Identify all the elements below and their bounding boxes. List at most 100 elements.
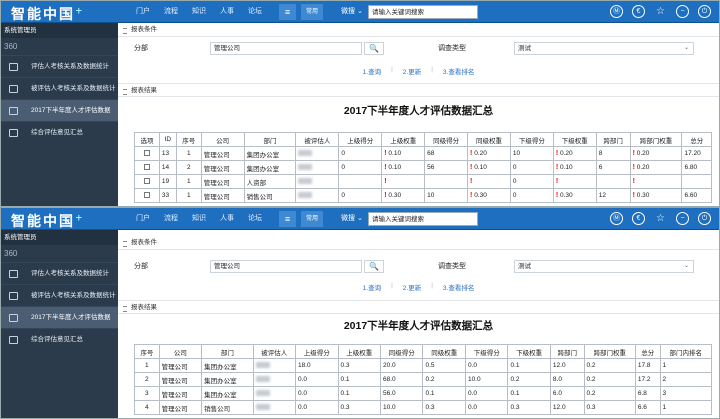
link-update[interactable]: 2.更新 [403,66,421,76]
sidebar-item-rater-stats[interactable]: 评估人考核关系及数据统计 [1,55,118,77]
table-row: 2 管理公司 集团办公室 0.0 0.1 68.0 0.2 10.0 0.2 8… [134,372,713,387]
euro-icon[interactable]: € [632,212,645,225]
results-table-2: 序号 公司 部门 被评估人 上级得分 上级权重 同级得分 同级权重 下级得分 下… [134,344,713,415]
main-nav: 门户 流程 知识 人事 论坛 [129,1,269,23]
search-icon[interactable]: 🔍 [364,42,384,55]
row-checkbox[interactable] [143,164,150,171]
link-update[interactable]: 2.更新 [403,282,421,292]
euro-icon[interactable]: € [632,5,645,18]
nav-forum[interactable]: 论坛 [241,208,269,230]
warning-icon: ! [555,164,559,171]
search-input[interactable]: 请输入关键词搜索 [368,212,478,226]
app-logo[interactable]: 智能中国+ [11,211,85,230]
row-checkbox[interactable] [143,192,150,199]
section-filter-title: 报表条件 [118,236,719,250]
main-nav: 门户 流程 知识 人事 论坛 [129,208,269,230]
power-icon[interactable]: ⏻ [698,5,711,18]
nav-knowledge[interactable]: 知识 [185,208,213,230]
warning-icon: ! [632,192,635,199]
warning-icon: ! [632,164,635,171]
m-icon[interactable]: Ⓜ [610,212,623,225]
top-bar: 智能中国+ 门户 流程 知识 人事 论坛 ≡ 常用 微搜 ⌄ 请输入关键词搜索 … [1,1,719,23]
nav-process[interactable]: 流程 [157,208,185,230]
warning-icon: ! [555,150,559,157]
minus-icon[interactable]: − [676,5,689,18]
search-input[interactable]: 请输入关键词搜索 [368,5,478,19]
warning-icon: ! [384,150,387,157]
link-query[interactable]: 1.查询 [363,282,381,292]
redacted-name [255,376,270,383]
dept-input[interactable]: 管理公司 [210,42,362,55]
m-icon[interactable]: Ⓜ [610,5,623,18]
redacted-name [298,164,313,171]
table-row: 3 管理公司 集团办公室 0.0 0.1 56.0 0.1 0.0 0.1 6.… [134,386,713,401]
section-results-title: 报表结果 [118,300,719,314]
sidebar-item-talent-eval[interactable]: 2017下半年度人才评估数据 [1,306,118,328]
report-title: 2017下半年度人才评估数据汇总 [343,320,494,332]
minus-icon[interactable]: − [676,212,689,225]
sidebar-item-ratee-stats[interactable]: 被评估人考核关系及数据统计 [1,284,118,306]
chevron-down-icon: ⌄ [356,215,363,222]
sidebar-item-rater-stats[interactable]: 评估人考核关系及数据统计 [1,262,118,284]
sidebar: 系统管理员 360 评估人考核关系及数据统计 被评估人考核关系及数据统计 201… [1,23,118,206]
sidebar-item-opinion-summary[interactable]: 综合评估意见汇总 [1,328,118,350]
type-select[interactable]: 测试 ⌄ [514,260,694,273]
nav-hr[interactable]: 人事 [213,208,241,230]
main-content: 报表条件 分部 管理公司 🔍 调查类型 测试 ⌄ 1.查询 | 2.更新 | 3.… [118,23,719,206]
dept-input[interactable]: 管理公司 [210,260,362,273]
sidebar-item-talent-eval[interactable]: 2017下半年度人才评估数据 [1,99,118,121]
search-icon[interactable]: 🔍 [364,260,384,273]
table-row: 33 1 管理公司 销售公司 0 ! 0.30 10 ! 0.30 0 ! 0.… [134,188,712,203]
star-icon[interactable]: ☆ [654,5,667,18]
nav-portal[interactable]: 门户 [129,208,157,230]
table-row: 13 1 管理公司 集团办公室 0 ! 0.10 68 ! 0.20 10 ! … [134,146,712,161]
common-button[interactable]: 常用 [301,211,323,227]
report-icon [9,107,18,115]
current-user: 系统管理员 [1,23,118,38]
report-icon [9,314,18,322]
warning-icon: ! [470,164,473,171]
table-row: 19 1 管理公司 人资部 ! ! 0 ! ! [134,174,712,189]
report-icon [9,270,18,278]
sidebar-number: 360 [4,42,18,51]
power-icon[interactable]: ⏻ [698,212,711,225]
section-filter-title: 报表条件 [118,23,719,37]
nav-hr[interactable]: 人事 [213,1,241,23]
table-row: 14 2 管理公司 集团办公室 0 ! 0.10 56 ! 0.10 0 ! 0… [134,160,712,175]
nav-forum[interactable]: 论坛 [241,1,269,23]
results-table-1: 选项 ID 序号 公司 部门 被评估人 上级得分 上级权重 同级得分 同级权重 … [134,132,712,203]
link-ranking[interactable]: 3.查看排名 [443,66,474,76]
row-checkbox[interactable] [143,150,150,157]
redacted-name [255,362,270,369]
menu-icon[interactable]: ≡ [279,211,296,227]
nav-knowledge[interactable]: 知识 [185,1,213,23]
redacted-name [255,404,270,411]
section-results-title: 报表结果 [118,83,719,97]
redacted-name [298,192,313,199]
link-ranking[interactable]: 3.查看排名 [443,282,474,292]
redacted-name [298,178,313,185]
search-type-select[interactable]: 微搜 ⌄ [341,6,363,18]
sidebar-item-opinion-summary[interactable]: 综合评估意见汇总 [1,121,118,143]
link-query[interactable]: 1.查询 [363,66,381,76]
nav-process[interactable]: 流程 [157,1,185,23]
main-content: 报表条件 分部 管理公司 🔍 调查类型 测试 ⌄ 1.查询 | 2.更新 | 3.… [118,230,719,418]
chevron-down-icon: ⌄ [683,45,689,51]
warning-icon: ! [384,178,387,185]
report-icon [9,336,18,344]
star-icon[interactable]: ☆ [654,212,667,225]
type-select[interactable]: 测试 ⌄ [514,42,694,55]
row-checkbox[interactable] [143,178,150,185]
app-logo[interactable]: 智能中国+ [11,4,85,23]
dept-label: 分部 [134,263,148,270]
warning-icon: ! [470,150,473,157]
top-icons: Ⓜ € ☆ − ⏻ [610,5,711,18]
top-bar: 智能中国+ 门户 流程 知识 人事 论坛 ≡ 常用 微搜 ⌄ 请输入关键词搜索 … [1,208,719,230]
sidebar-number: 360 [4,249,18,258]
common-button[interactable]: 常用 [301,4,323,20]
sidebar-item-ratee-stats[interactable]: 被评估人考核关系及数据统计 [1,77,118,99]
nav-portal[interactable]: 门户 [129,1,157,23]
table-header: 序号 公司 部门 被评估人 上级得分 上级权重 同级得分 同级权重 下级得分 下… [134,344,713,359]
menu-icon[interactable]: ≡ [279,4,296,20]
search-type-select[interactable]: 微搜 ⌄ [341,213,363,225]
